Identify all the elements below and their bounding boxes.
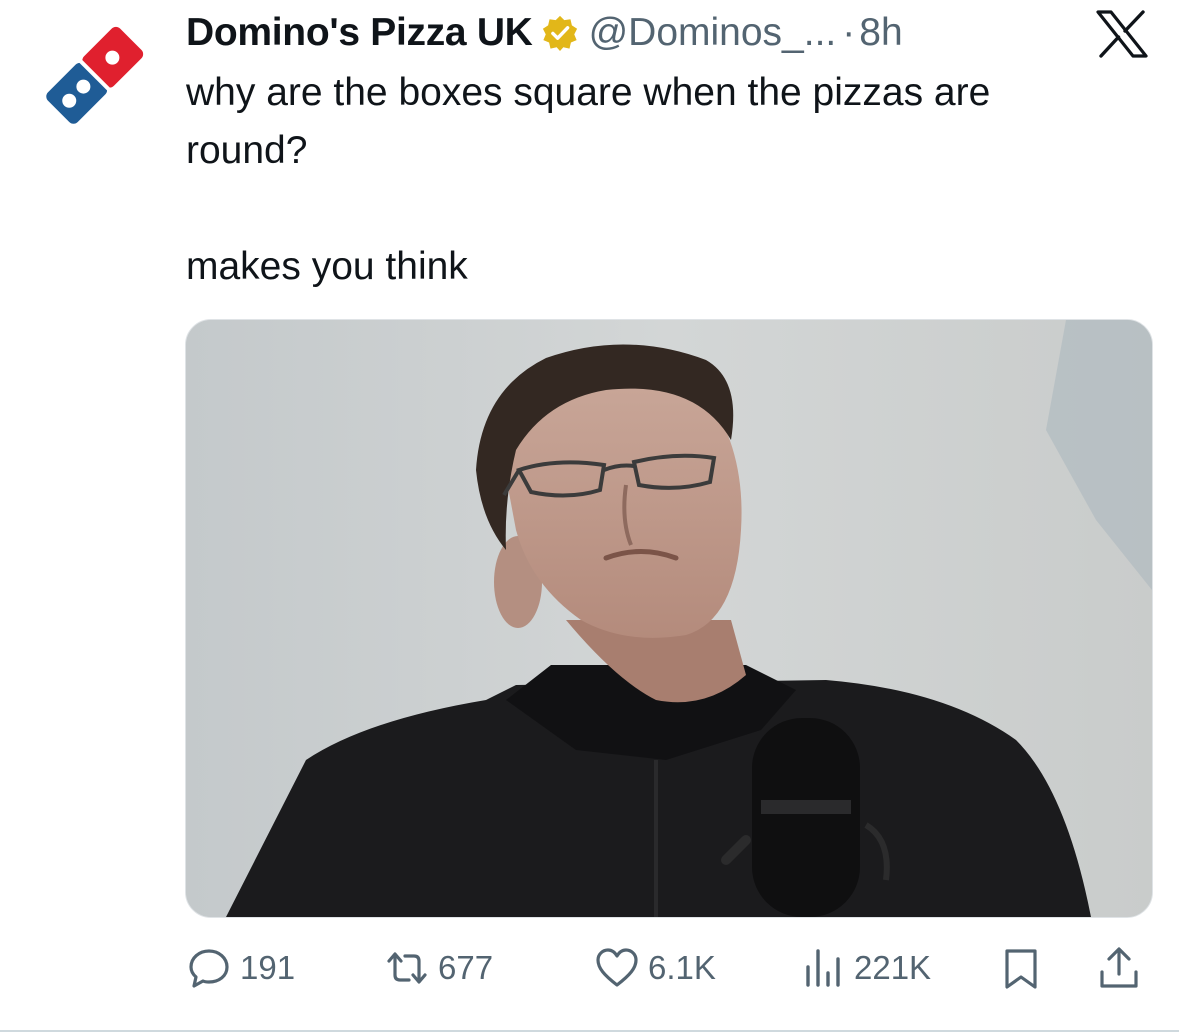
views-icon	[806, 949, 840, 987]
reply-button[interactable]: 191	[186, 938, 295, 998]
tweet-header: Domino's Pizza UK @Dominos_... · 8h	[186, 8, 903, 58]
share-button[interactable]	[1096, 938, 1142, 998]
timestamp[interactable]: 8h	[859, 11, 902, 55]
x-logo-icon	[1096, 10, 1148, 58]
dominos-logo-avatar[interactable]	[34, 16, 154, 136]
view-count: 221K	[854, 949, 932, 986]
retweet-icon	[387, 952, 427, 984]
like-count: 6.1K	[648, 949, 716, 986]
retweet-count: 677	[438, 949, 494, 986]
tweet-divider	[0, 1030, 1179, 1032]
author-handle[interactable]: @Dominos_...	[589, 11, 837, 55]
like-button[interactable]: 6.1K	[594, 938, 716, 998]
bookmark-icon	[1005, 949, 1037, 989]
share-icon	[1100, 947, 1138, 988]
tweet-photo[interactable]	[185, 319, 1153, 918]
tweet-text: why are the boxes square when the pizzas…	[186, 71, 991, 288]
author-name[interactable]: Domino's Pizza UK	[186, 11, 533, 55]
bookmark-button[interactable]	[998, 938, 1044, 998]
tweet-action-bar: 191 677 6.1K 221K	[186, 938, 1148, 998]
verified-badge-icon[interactable]	[541, 14, 579, 52]
views-button[interactable]: 221K	[800, 938, 931, 998]
retweet-button[interactable]: 677	[384, 938, 493, 998]
man-with-microphone-photo	[186, 320, 1152, 917]
separator-dot: ·	[842, 11, 856, 54]
reply-icon	[189, 949, 229, 988]
heart-icon	[596, 948, 638, 987]
reply-count: 191	[240, 949, 296, 986]
